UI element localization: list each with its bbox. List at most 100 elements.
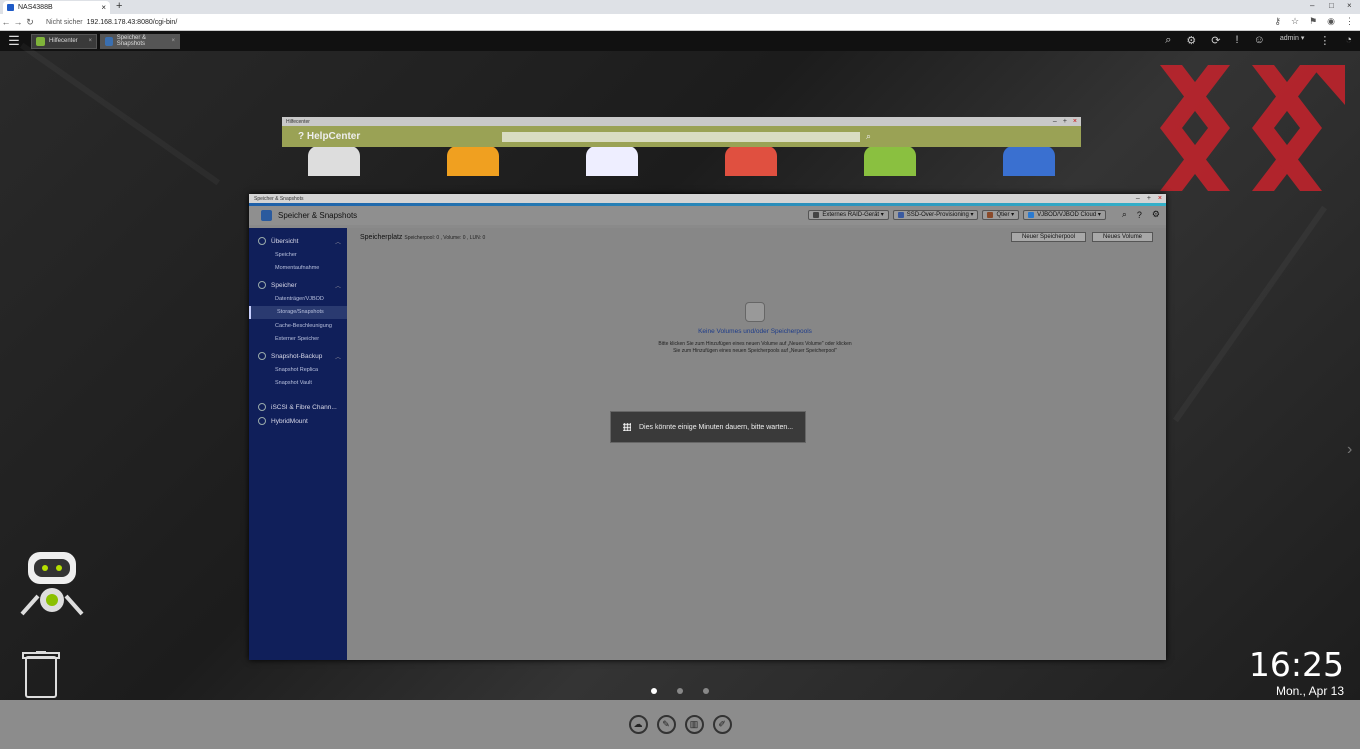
extension-icon[interactable]: ⚑ xyxy=(1309,16,1317,27)
new-volume-button[interactable]: Neues Volume xyxy=(1092,232,1154,242)
browser-tab[interactable]: NAS4388B × xyxy=(3,1,110,14)
window-title: Hilfecenter xyxy=(286,118,310,125)
page-dot[interactable] xyxy=(703,688,709,694)
user-icon[interactable]: ☺ xyxy=(1254,34,1265,47)
key-icon[interactable]: ⚷ xyxy=(1274,16,1281,27)
new-storage-pool-button[interactable]: Neuer Speicherpool xyxy=(1011,232,1087,242)
qmanual-robot-icon[interactable] xyxy=(18,550,86,622)
taskbar-tab-helpcenter[interactable]: Hilfecenter × xyxy=(31,33,97,49)
helpcenter-window[interactable]: Hilfecenter – + × ? HelpCenter ⌕ xyxy=(282,117,1081,147)
background-task-icon[interactable]: ⚙ xyxy=(1186,34,1196,47)
trash-bin-icon[interactable] xyxy=(22,651,60,699)
minimize-icon[interactable]: – xyxy=(1053,118,1057,125)
desktop-page-indicator xyxy=(651,688,709,694)
helpcenter-brand: ? HelpCenter xyxy=(298,131,361,142)
search-icon[interactable]: ⌕ xyxy=(1165,34,1171,47)
user-menu[interactable]: admin ▾ xyxy=(1280,34,1305,47)
maximize-icon[interactable]: + xyxy=(1147,195,1151,202)
new-tab-button[interactable]: + xyxy=(116,0,122,12)
bottom-dock: ☁ ✎ ▥ ✐ xyxy=(0,700,1360,749)
storage-snapshots-app-icon[interactable] xyxy=(586,146,638,176)
bookmark-star-icon[interactable]: ☆ xyxy=(1291,16,1299,27)
add-volume-icon xyxy=(745,302,765,322)
empty-state: Keine Volumes und/oder Speicherpools Bit… xyxy=(655,302,855,354)
vjbod-cloud-button[interactable]: VJBOD/VJBOD Cloud ▾ xyxy=(1023,209,1106,220)
maximize-icon[interactable]: + xyxy=(1063,118,1067,125)
page-dot[interactable] xyxy=(677,688,683,694)
grid-apps-icon[interactable]: ▥ xyxy=(684,715,704,734)
sidebar-item-external-storage[interactable]: Externer Speicher xyxy=(249,333,347,347)
notification-icon[interactable]: ! xyxy=(1236,34,1239,47)
help-search-input[interactable] xyxy=(502,132,860,142)
sidebar-item-snapshot-replica[interactable]: Snapshot Replica xyxy=(249,363,347,377)
qts-tray: ⌕ ⚙ ⟳ ! ☺ admin ▾ ⋮ ◔ xyxy=(1165,34,1352,47)
notes-icon[interactable]: ✐ xyxy=(712,715,732,734)
search-icon[interactable]: ⌕ xyxy=(1122,209,1127,220)
taskbar-tab-storage[interactable]: Speicher & Snapshots × xyxy=(100,33,180,49)
browser-menu-icon[interactable]: ⋮ xyxy=(1345,16,1354,27)
search-icon[interactable]: ⌕ xyxy=(866,131,871,142)
helpcenter-icon xyxy=(36,36,45,46)
app-title: Speicher & Snapshots xyxy=(278,211,358,220)
maximize-button[interactable]: □ xyxy=(1329,1,1334,10)
hybridmount-icon xyxy=(258,417,266,425)
clock-date: Mon., Apr 13 xyxy=(1275,684,1344,698)
control-panel-icon[interactable] xyxy=(308,146,360,176)
wait-message: Dies könnte einige Minuten dauern, bitte… xyxy=(639,423,794,431)
tab-close-icon[interactable]: × xyxy=(88,38,92,44)
sidebar-group-iscsi[interactable]: iSCSI & Fibre Chann... xyxy=(249,400,347,414)
button-label: VJBOD/VJBOD Cloud ▾ xyxy=(1037,212,1101,218)
sidebar-item-storage-snapshots[interactable]: Storage/Snapshots xyxy=(249,305,347,319)
sidebar-item-snapshot-vault[interactable]: Snapshot Vault xyxy=(249,377,347,391)
close-window-button[interactable]: × xyxy=(1347,1,1352,10)
close-icon[interactable]: × xyxy=(1073,118,1077,125)
tools-icon[interactable]: ✎ xyxy=(656,715,676,734)
help-icon[interactable]: ? xyxy=(1137,210,1142,220)
dashboard-icon[interactable]: ◔ xyxy=(1345,34,1352,47)
external-raid-button[interactable]: Externes RAID-Gerät ▾ xyxy=(808,209,889,220)
page-dot[interactable] xyxy=(651,688,657,694)
cloud-sync-icon[interactable]: ☁ xyxy=(628,715,648,734)
tab-close-icon[interactable]: × xyxy=(101,3,106,12)
tab-close-icon[interactable]: × xyxy=(171,38,175,44)
storage-icon xyxy=(105,36,113,46)
backup-icon xyxy=(258,352,266,360)
back-icon[interactable]: ← xyxy=(0,17,12,27)
minimize-button[interactable]: – xyxy=(1310,1,1314,10)
toolbar: Externes RAID-Gerät ▾ SSD-Over-Provision… xyxy=(808,209,1160,220)
raid-icon xyxy=(813,211,820,218)
sidebar-group-hybridmount[interactable]: HybridMount xyxy=(249,414,347,428)
file-station-icon[interactable] xyxy=(447,146,499,176)
sidebar-group-snapshot-backup[interactable]: Snapshot-Backup ︿ xyxy=(249,349,347,363)
sidebar: Übersicht ︿ Speicher Momentaufnahme Spei… xyxy=(249,228,347,660)
sidebar-item-storage[interactable]: Speicher xyxy=(249,248,347,262)
sidebar-item-cache[interactable]: Cache-Beschleunigung xyxy=(249,319,347,333)
myqnapcloud-app-icon[interactable] xyxy=(1003,146,1055,176)
app-center-icon[interactable] xyxy=(725,146,777,176)
window-header: Speicher & Snapshots – + × xyxy=(249,194,1166,203)
next-page-arrow-icon[interactable]: › xyxy=(1347,441,1352,459)
security-indicator[interactable]: Nicht sicher xyxy=(46,19,83,26)
browser-tab-title: NAS4388B xyxy=(18,4,53,11)
sidebar-group-storage[interactable]: Speicher ︿ xyxy=(249,278,347,292)
profile-icon[interactable]: ◉ xyxy=(1327,16,1335,27)
taskbar-tab-label: Speicher & Snapshots xyxy=(116,35,147,47)
sync-icon[interactable]: ⟳ xyxy=(1211,34,1220,47)
forward-icon[interactable]: → xyxy=(12,17,24,27)
qtier-button[interactable]: Qtier ▾ xyxy=(982,209,1020,220)
window-title: Speicher & Snapshots xyxy=(254,195,304,202)
close-icon[interactable]: × xyxy=(1158,195,1162,202)
helpdesk-app-icon[interactable] xyxy=(864,146,916,176)
sidebar-item-disks[interactable]: Datenträger/VJBOD xyxy=(249,292,347,306)
chevron-up-icon: ︿ xyxy=(334,354,341,361)
minimize-icon[interactable]: – xyxy=(1136,195,1140,202)
reload-icon[interactable]: ↻ xyxy=(24,17,36,28)
sidebar-group-overview[interactable]: Übersicht ︿ xyxy=(249,234,347,248)
more-icon[interactable]: ⋮ xyxy=(1319,34,1330,47)
settings-gear-icon[interactable]: ⚙ xyxy=(1152,209,1160,220)
address-bar: ← → ↻ Nicht sicher 192.168.178.43:8080/c… xyxy=(0,14,1360,31)
ssd-overprovisioning-button[interactable]: SSD-Over-Provisioning ▾ xyxy=(892,209,979,220)
url-field[interactable]: 192.168.178.43:8080/cgi-bin/ xyxy=(87,19,178,26)
sidebar-item-snapshot[interactable]: Momentaufnahme xyxy=(249,262,347,276)
qts-taskbar: ☰ Hilfecenter × Speicher & Snapshots × xyxy=(0,31,1360,51)
